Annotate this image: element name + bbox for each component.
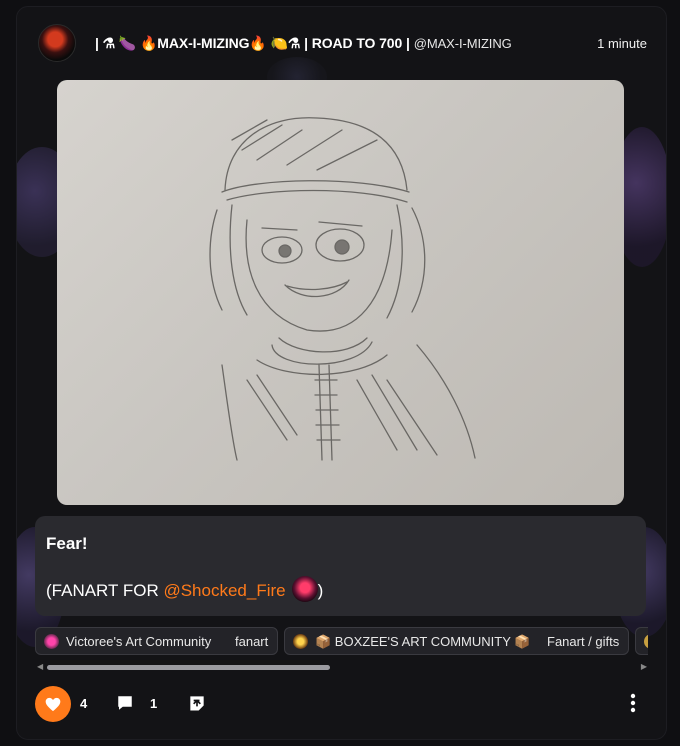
author-name[interactable]: | ⚗ 🍆 🔥MAX-I-MIZING🔥 🍋⚗ | ROAD TO 700 | @… (95, 35, 512, 52)
tags-scrollbar[interactable]: ◀ ▶ (37, 662, 647, 672)
author-handle[interactable]: @MAX-I-MIZING (414, 36, 512, 51)
community-category: fanart (235, 634, 269, 649)
like-button[interactable] (35, 686, 71, 722)
scroll-left-arrow-icon[interactable]: ◀ (37, 662, 43, 671)
like-count: 4 (80, 696, 88, 711)
caption-prefix: (FANART FOR (46, 581, 164, 600)
scroll-right-arrow-icon[interactable]: ▶ (641, 662, 647, 671)
user-mention-link[interactable]: @Shocked_Fire (163, 581, 285, 600)
post-caption: Fear! (FANART FOR @Shocked_Fire) (35, 516, 646, 616)
author-display-name[interactable]: | ⚗ 🍆 🔥MAX-I-MIZING🔥 🍋⚗ | ROAD TO 700 | (95, 35, 410, 51)
caption-suffix: ) (317, 581, 324, 600)
post-card: | ⚗ 🍆 🔥MAX-I-MIZING🔥 🍋⚗ | ROAD TO 700 | @… (16, 6, 667, 740)
comment-count: 1 (150, 696, 158, 711)
community-name: 📦 BOXZEE'S ART COMMUNITY 📦 (315, 634, 531, 649)
community-tag[interactable]: 📦 BOXZEE'S ART COMMUNITY 📦 Fanart / gift… (284, 627, 629, 655)
caption-text: (FANART FOR @Shocked_Fire) (46, 576, 323, 602)
post-timestamp: 1 minute (597, 36, 647, 51)
scrollbar-thumb[interactable] (47, 665, 330, 670)
more-vertical-icon[interactable] (630, 693, 636, 713)
post-header: | ⚗ 🍆 🔥MAX-I-MIZING🔥 🍋⚗ | ROAD TO 700 | @… (17, 7, 666, 75)
author-avatar[interactable] (38, 24, 76, 62)
community-tags: Victoree's Art Community fanart 📦 BOXZEE… (35, 627, 648, 655)
comment-icon[interactable] (116, 694, 134, 712)
community-tag-partial[interactable] (635, 627, 648, 655)
community-tag[interactable]: Victoree's Art Community fanart (35, 627, 278, 655)
heart-icon (45, 697, 61, 711)
community-icon (644, 634, 648, 649)
community-category: Fanart / gifts (547, 634, 620, 649)
community-name: Victoree's Art Community (66, 634, 212, 649)
mentioned-user-avatar[interactable] (291, 576, 318, 602)
post-image[interactable] (57, 80, 624, 505)
share-icon[interactable] (187, 693, 207, 713)
post-actions: 4 1 (17, 679, 666, 729)
caption-title: Fear! (46, 534, 88, 553)
community-icon (44, 634, 59, 649)
pencil-sketch-drawing (209, 117, 476, 461)
community-icon (293, 634, 308, 649)
